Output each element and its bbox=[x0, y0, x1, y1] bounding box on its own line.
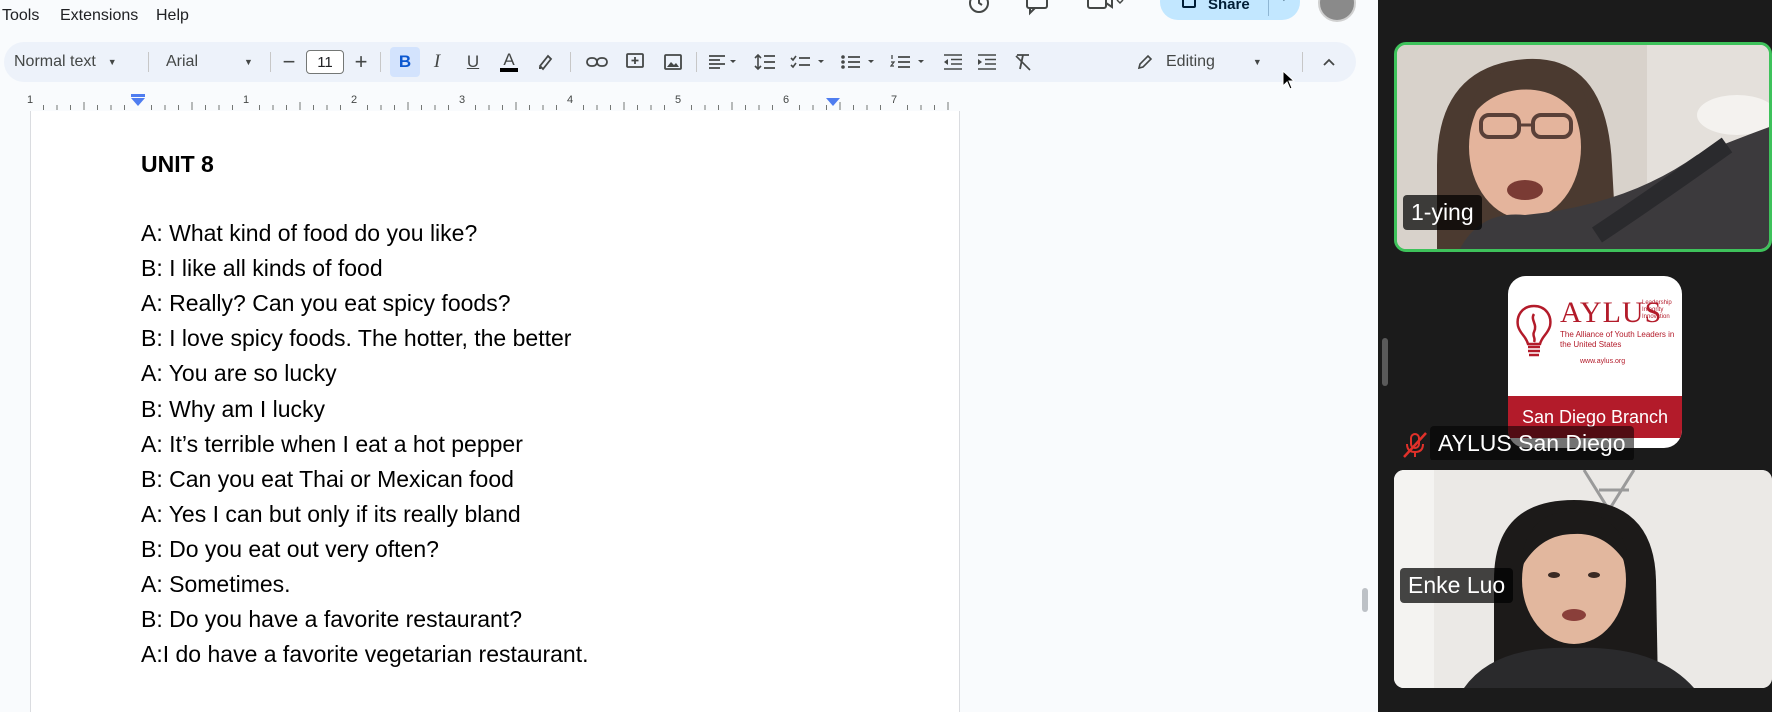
insert-image-icon[interactable] bbox=[658, 42, 688, 82]
logo-url: www.aylus.org bbox=[1580, 358, 1626, 365]
editing-mode-dropdown[interactable]: Editing ▼ bbox=[1136, 42, 1286, 82]
participant-tile-aylus[interactable]: AYLUS Leadership Integrity Innovation Th… bbox=[1394, 262, 1772, 460]
dialogue-line: A: What kind of food do you like? bbox=[141, 220, 478, 246]
document-scrollbar[interactable] bbox=[1362, 588, 1368, 612]
document-page[interactable]: UNIT 8 A: What kind of food do you like?… bbox=[30, 111, 960, 712]
increase-font-size-button[interactable]: + bbox=[350, 42, 372, 82]
logo-tagline-word: Integrity bbox=[1642, 307, 1664, 313]
ruler-label: 7 bbox=[891, 94, 897, 106]
add-comment-icon[interactable] bbox=[620, 42, 650, 82]
mouse-cursor-icon bbox=[1282, 70, 1296, 90]
formatting-toolbar: Normal text ▼ Arial ▼ − 11 + B I U A Edi… bbox=[4, 42, 1356, 82]
logo-tagline-word: Leadership bbox=[1642, 300, 1672, 306]
toolbar-divider bbox=[148, 52, 149, 72]
line-spacing-icon[interactable] bbox=[750, 42, 780, 82]
ruler-label: 1 bbox=[243, 94, 249, 106]
highlight-pen-icon[interactable] bbox=[532, 42, 558, 82]
align-left-icon[interactable] bbox=[704, 42, 740, 82]
participant-name: 1-ying bbox=[1403, 195, 1482, 230]
chevron-down-icon: ▼ bbox=[244, 57, 253, 67]
toolbar-divider bbox=[270, 52, 271, 72]
clear-formatting-icon[interactable] bbox=[1008, 42, 1038, 82]
participant-video-1-ying[interactable]: 1-ying bbox=[1394, 42, 1772, 252]
chevron-down-icon: ▼ bbox=[1252, 57, 1262, 67]
menu-tools[interactable]: Tools bbox=[2, 7, 39, 25]
participant-video-enke-luo[interactable]: Enke Luo bbox=[1394, 470, 1772, 688]
menu-help[interactable]: Help bbox=[156, 7, 189, 25]
ruler-label: 3 bbox=[459, 94, 465, 106]
numbered-list-icon[interactable] bbox=[888, 42, 932, 82]
italic-button[interactable]: I bbox=[424, 42, 450, 82]
share-label: Share bbox=[1208, 0, 1250, 13]
dialogue-line: B: Can you eat Thai or Mexican food bbox=[141, 466, 514, 492]
share-divider bbox=[1268, 0, 1269, 16]
font-family-value: Arial bbox=[166, 53, 199, 70]
bulleted-list-icon[interactable] bbox=[838, 42, 882, 82]
document-heading: UNIT 8 bbox=[141, 151, 214, 177]
text-color-button[interactable]: A bbox=[496, 42, 522, 82]
participant-name: AYLUS San Diego bbox=[1430, 426, 1634, 460]
comments-icon[interactable] bbox=[1024, 0, 1050, 22]
dialogue-line: B: I like all kinds of food bbox=[141, 255, 383, 281]
logo-subtitle: The Alliance of Youth Leaders in the Uni… bbox=[1560, 330, 1675, 349]
decrease-indent-icon[interactable] bbox=[938, 42, 968, 82]
decrease-font-size-button[interactable]: − bbox=[278, 42, 300, 82]
underline-button[interactable]: U bbox=[460, 42, 486, 82]
dialogue-line: A:I do have a favorite vegetarian restau… bbox=[141, 641, 589, 667]
dialogue-line: A: Sometimes. bbox=[141, 571, 291, 597]
ruler-scale: 1 1 2 3 4 5 6 7 bbox=[0, 90, 1360, 112]
checklist-icon[interactable] bbox=[788, 42, 832, 82]
lightbulb-torch-icon bbox=[1516, 304, 1552, 357]
font-family-dropdown[interactable]: Arial ▼ bbox=[166, 42, 262, 82]
dialogue-line: A: You are so lucky bbox=[141, 360, 337, 386]
participant-name: Enke Luo bbox=[1400, 568, 1514, 603]
editing-mode-value: Editing bbox=[1166, 53, 1215, 70]
ruler-label: 4 bbox=[567, 94, 573, 106]
paragraph-style-dropdown[interactable]: Normal text ▼ bbox=[14, 42, 138, 82]
chevron-down-icon[interactable]: ▼ bbox=[1278, 0, 1290, 4]
ruler-label: 1 bbox=[27, 94, 33, 106]
muted-microphone-icon bbox=[1400, 430, 1430, 460]
panel-scrollbar[interactable] bbox=[1382, 338, 1388, 386]
text-color-icon: A bbox=[500, 51, 518, 72]
ruler-label: 6 bbox=[783, 94, 789, 106]
dialogue-line: A: Really? Can you eat spicy foods? bbox=[141, 290, 511, 316]
ruler-label: 5 bbox=[675, 94, 681, 106]
increase-indent-icon[interactable] bbox=[972, 42, 1002, 82]
logo-tagline-word: Innovation bbox=[1642, 314, 1670, 320]
menu-extensions[interactable]: Extensions bbox=[60, 7, 138, 25]
history-icon[interactable] bbox=[966, 0, 992, 22]
ruler: 1 1 2 3 4 5 6 7 bbox=[0, 90, 1360, 112]
aylus-logo: AYLUS Leadership Integrity Innovation Th… bbox=[1508, 276, 1682, 448]
toolbar-divider bbox=[696, 52, 697, 72]
dialogue-line: A: Yes I can but only if its really blan… bbox=[141, 501, 521, 527]
dialogue-line: B: Do you eat out very often? bbox=[141, 536, 439, 562]
pencil-icon bbox=[1136, 53, 1154, 71]
dialogue-line: A: It’s terrible when I eat a hot pepper bbox=[141, 431, 523, 457]
font-size-input[interactable]: 11 bbox=[306, 50, 344, 74]
dialogue-line: B: Do you have a favorite restaurant? bbox=[141, 606, 522, 632]
google-docs-window: Tools Extensions Help Share ▼ Normal tex… bbox=[0, 0, 1378, 712]
chevron-down-icon: ▼ bbox=[107, 57, 117, 67]
toolbar-divider bbox=[380, 52, 381, 72]
toolbar-divider bbox=[1302, 52, 1303, 72]
lock-icon bbox=[1182, 0, 1196, 11]
bold-button[interactable]: B bbox=[390, 47, 420, 77]
meet-icon[interactable] bbox=[1086, 0, 1126, 22]
video-call-panel: 1-ying AYLUS Leadership Integrity Innova… bbox=[1378, 0, 1772, 712]
insert-link-icon[interactable] bbox=[582, 42, 612, 82]
toolbar-divider bbox=[570, 52, 571, 72]
first-line-indent-marker bbox=[131, 94, 145, 97]
paragraph-style-value: Normal text bbox=[14, 53, 96, 70]
chevron-up-icon[interactable] bbox=[1314, 42, 1344, 82]
dialogue-line: B: I love spicy foods. The hotter, the b… bbox=[141, 325, 572, 351]
dialogue-line: B: Why am I lucky bbox=[141, 396, 326, 422]
ruler-label: 2 bbox=[351, 94, 357, 106]
share-button[interactable]: Share ▼ bbox=[1160, 0, 1300, 20]
logo-tagline: Leadership Integrity Innovation bbox=[1642, 300, 1672, 321]
